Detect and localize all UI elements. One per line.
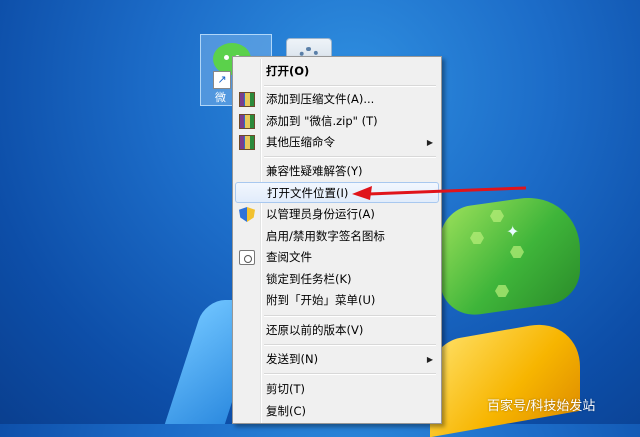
submenu-arrow-icon: ▶ [426, 138, 433, 147]
shortcut-arrow-icon: ↗ [213, 71, 231, 89]
menu-separator [264, 373, 436, 375]
menu-item-label: 打开文件位置(I) [267, 186, 349, 200]
menu-item-toggle-signature-icon[interactable]: 启用/禁用数字签名图标 [235, 226, 439, 247]
context-menu: 打开(O) 添加到压缩文件(A)... 添加到 "微信.zip" (T) 其他压… [232, 56, 442, 424]
menu-item-label: 兼容性疑难解答(Y) [266, 164, 363, 178]
menu-item-other-compress[interactable]: 其他压缩命令 ▶ [235, 132, 439, 153]
menu-item-open[interactable]: 打开(O) [235, 61, 439, 82]
menu-item-label: 附到「开始」菜单(U) [266, 293, 376, 307]
menu-item-label: 添加到 "微信.zip" (T) [266, 114, 378, 128]
winrar-icon [239, 135, 255, 150]
menu-item-label: 剪切(T) [266, 382, 305, 396]
menu-item-send-to[interactable]: 发送到(N) ▶ [235, 349, 439, 370]
arrow-head [352, 186, 372, 200]
menu-separator [264, 85, 436, 87]
menu-item-label: 发送到(N) [266, 352, 319, 366]
windows-logo-yellow-pane [430, 316, 580, 437]
menu-item-label: 查阅文件 [266, 250, 312, 264]
menu-item-add-to-zip[interactable]: 添加到 "微信.zip" (T) [235, 111, 439, 132]
menu-item-label: 还原以前的版本(V) [266, 323, 364, 337]
watermark: 百家号/科技始发站 [487, 399, 596, 414]
menu-item-compat-troubleshoot[interactable]: 兼容性疑难解答(Y) [235, 161, 439, 182]
menu-item-restore-versions[interactable]: 还原以前的版本(V) [235, 320, 439, 341]
menu-item-label: 锁定到任务栏(K) [266, 272, 352, 286]
menu-item-run-as-admin[interactable]: 以管理员身份运行(A) [235, 204, 439, 225]
scan-file-icon [239, 250, 255, 265]
wechat-icon-label: 微 [215, 91, 226, 104]
menu-separator [264, 156, 436, 158]
winrar-icon [239, 114, 255, 129]
menu-item-pin-taskbar[interactable]: 锁定到任务栏(K) [235, 269, 439, 290]
menu-item-cut[interactable]: 剪切(T) [235, 379, 439, 400]
menu-item-label: 其他压缩命令 [266, 135, 335, 149]
menu-item-scan-file[interactable]: 查阅文件 [235, 247, 439, 268]
winrar-icon [239, 92, 255, 107]
menu-separator [264, 344, 436, 346]
uac-shield-icon [239, 207, 255, 222]
submenu-arrow-icon: ▶ [426, 355, 433, 364]
menu-item-label: 添加到压缩文件(A)... [266, 92, 375, 106]
menu-item-pin-start[interactable]: 附到「开始」菜单(U) [235, 290, 439, 311]
menu-item-copy[interactable]: 复制(C) [235, 401, 439, 422]
menu-item-label: 启用/禁用数字签名图标 [266, 229, 385, 243]
windows-logo-green-pane [440, 190, 580, 320]
butterfly-icon: ✦ [506, 222, 520, 241]
menu-separator [264, 315, 436, 317]
menu-item-label: 以管理员身份运行(A) [266, 207, 375, 221]
red-arrow-annotation [352, 186, 527, 200]
menu-item-label: 打开(O) [266, 64, 310, 78]
arrow-shaft [367, 186, 527, 196]
menu-item-label: 复制(C) [266, 404, 307, 418]
menu-item-add-to-archive[interactable]: 添加到压缩文件(A)... [235, 89, 439, 110]
